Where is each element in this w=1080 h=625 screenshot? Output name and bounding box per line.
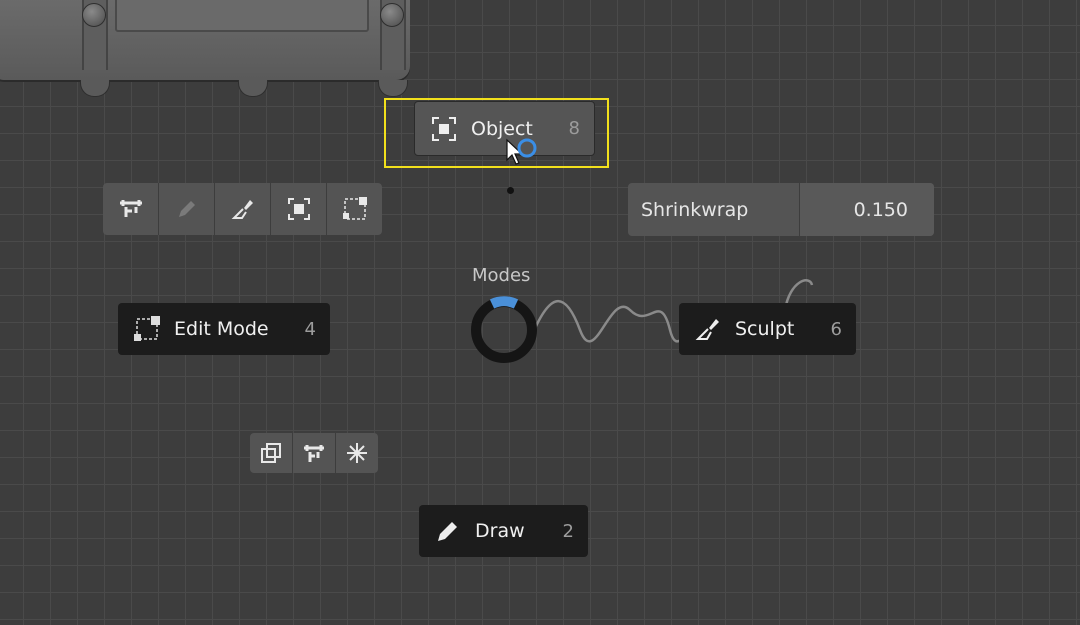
- freeze-button[interactable]: [336, 433, 378, 473]
- shrinkwrap-label: Shrinkwrap: [628, 183, 800, 236]
- small-toolbar: [250, 433, 378, 473]
- pie-item-hotkey: 2: [562, 520, 574, 542]
- armature-icon: [119, 200, 142, 217]
- mode-toolbar: [103, 183, 382, 235]
- snowflake-icon: [347, 443, 367, 463]
- object-icon: [287, 198, 310, 220]
- pie-item-edit-mode[interactable]: Edit Mode 4: [118, 303, 330, 355]
- mesh-bolt: [82, 3, 106, 27]
- mesh-foot: [378, 80, 408, 97]
- pencil-icon: [178, 201, 195, 217]
- pie-item-draw[interactable]: Draw 2: [419, 505, 588, 557]
- shrinkwrap-field[interactable]: Shrinkwrap 0.150: [628, 183, 934, 236]
- edit-mode-icon: [134, 316, 160, 342]
- pie-center-ring: [471, 296, 537, 363]
- armature-icon: [304, 445, 324, 462]
- draw-icon: [435, 518, 461, 544]
- sculpt-brush-icon: [231, 200, 253, 219]
- mesh-panel: [115, 0, 369, 32]
- pie-origin-dot: [507, 187, 514, 194]
- mouse-cursor-icon: [506, 138, 537, 165]
- pie-item-label: Edit Mode: [174, 318, 269, 340]
- pie-item-sculpt[interactable]: Sculpt 6: [679, 303, 856, 355]
- highlight-box: [384, 98, 609, 168]
- mesh-foot: [238, 80, 268, 97]
- pie-menu-title: Modes: [472, 265, 531, 286]
- armature-button[interactable]: [293, 433, 336, 473]
- edit-vertices-icon: [342, 197, 367, 220]
- mesh-bolt: [380, 3, 404, 27]
- object-mode-button[interactable]: [271, 183, 327, 235]
- duplicate-button[interactable]: [250, 433, 293, 473]
- pie-item-hotkey: 4: [304, 318, 316, 340]
- pie-item-label: Draw: [475, 520, 525, 542]
- duplicate-icon: [261, 443, 281, 463]
- mesh-foot: [80, 80, 110, 97]
- pose-mode-button[interactable]: [103, 183, 159, 235]
- edit-mode-button[interactable]: [327, 183, 382, 235]
- pie-item-label: Sculpt: [735, 318, 795, 340]
- sculpt-icon: [695, 316, 721, 342]
- pie-item-hotkey: 6: [830, 318, 842, 340]
- paint-button[interactable]: [159, 183, 215, 235]
- sculpt-tool-button[interactable]: [215, 183, 271, 235]
- shrinkwrap-value[interactable]: 0.150: [800, 183, 934, 236]
